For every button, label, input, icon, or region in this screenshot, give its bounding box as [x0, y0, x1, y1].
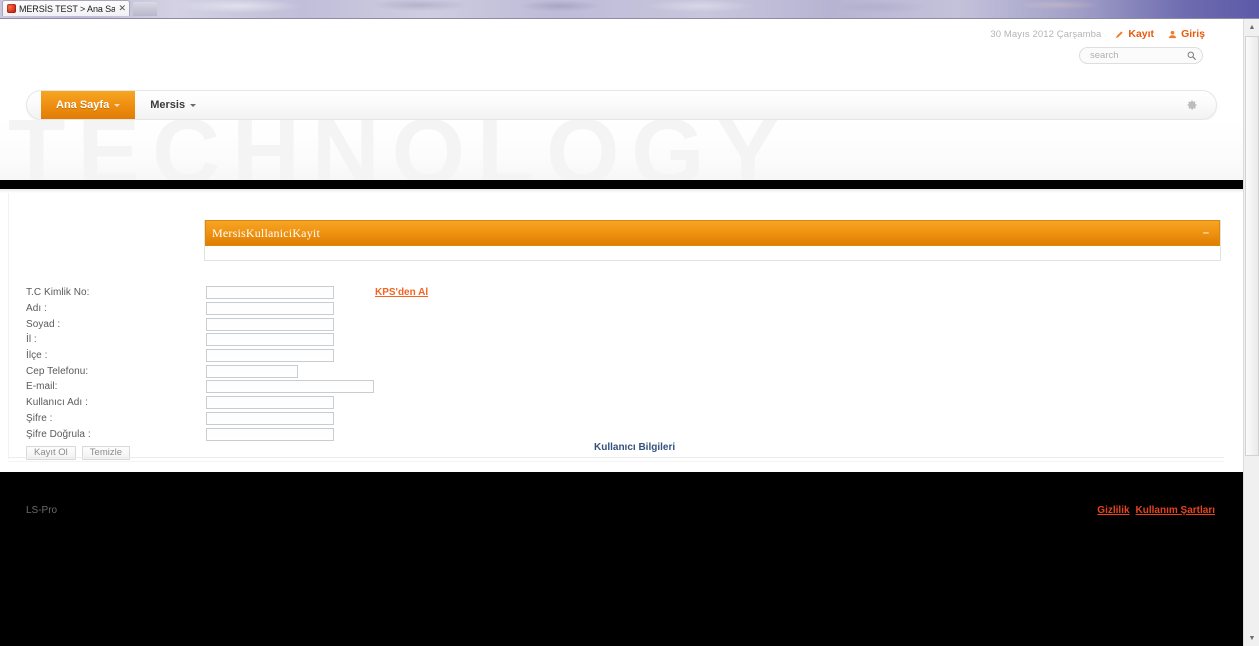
- hero-banner: TECHNOLOGY: [0, 120, 1243, 180]
- minimize-icon[interactable]: –: [1203, 227, 1209, 239]
- form-row-soyad: Soyad :: [26, 316, 428, 332]
- form-row-tc-kimlik-no: T.C Kimlik No: KPS'den Al: [26, 285, 428, 301]
- input-email[interactable]: [206, 380, 374, 394]
- footer-brand: LS-Pro: [26, 505, 58, 516]
- label-kullanici-adi: Kullanıcı Adı :: [26, 397, 88, 409]
- scroll-down-icon[interactable]: ▼: [1244, 630, 1259, 646]
- nav-item-mersis-label: Mersis: [150, 99, 186, 111]
- input-sifre-dogrula[interactable]: [206, 427, 334, 441]
- close-icon[interactable]: ✕: [118, 4, 126, 13]
- label-email: E-mail:: [26, 381, 58, 393]
- nav-item-mersis[interactable]: Mersis: [135, 91, 211, 119]
- label-ilce: İlçe :: [26, 350, 48, 362]
- content-bottom-rule: [8, 457, 1224, 458]
- chevron-down-icon: [114, 103, 121, 107]
- browser-chrome: MERSİS TEST > Ana Sayfa >... ✕: [0, 0, 1259, 18]
- browser-tab-title: MERSİS TEST > Ana Sayfa >...: [19, 3, 116, 14]
- label-adi: Adı :: [26, 303, 47, 315]
- label-soyad: Soyad :: [26, 318, 61, 330]
- current-date: 30 Mayıs 2012 Çarşamba: [990, 28, 1102, 40]
- panel-body: [205, 246, 1220, 260]
- search-icon[interactable]: [1187, 51, 1196, 60]
- privacy-link[interactable]: Gizlilik: [1097, 505, 1129, 516]
- panel-title: MersisKullaniciKayit: [212, 225, 320, 240]
- input-ilce[interactable]: [206, 349, 334, 363]
- login-link[interactable]: Giriş: [1168, 28, 1205, 40]
- pencil-icon: [1116, 30, 1124, 38]
- nav-item-ana-sayfa[interactable]: Ana Sayfa: [41, 91, 136, 119]
- content-bottom-rule-secondary: [8, 461, 1224, 462]
- section-divider: [0, 180, 1243, 189]
- chrome-background: [0, 0, 1259, 18]
- content-area: MersisKullaniciKayit – Kullanıcı Bilgile…: [0, 193, 1243, 472]
- new-tab-button[interactable]: [133, 2, 157, 16]
- label-tc-kimlik-no: T.C Kimlik No:: [26, 287, 90, 299]
- form-row-adi: Adı :: [26, 301, 428, 317]
- browser-viewport: 30 Mayıs 2012 Çarşamba Kayıt Giriş searc…: [0, 18, 1259, 646]
- search-input[interactable]: [1090, 48, 1185, 63]
- form-row-ilce: İlçe :: [26, 348, 428, 364]
- site-favicon-icon: [7, 4, 16, 13]
- footer-inner: LS-Pro Gizlilik Kullanım Şartları: [0, 472, 1243, 646]
- search-box[interactable]: [1079, 47, 1203, 64]
- hero-watermark-text: TECHNOLOGY: [8, 120, 792, 180]
- form-row-email: E-mail:: [26, 379, 428, 395]
- form-row-sifre: Şifre :: [26, 411, 428, 427]
- label-sifre-dogrula: Şifre Doğrula :: [26, 428, 91, 440]
- browser-tab[interactable]: MERSİS TEST > Ana Sayfa >... ✕: [2, 0, 130, 16]
- footer-bottom-strip: [0, 632, 1243, 646]
- label-cep-telefonu: Cep Telefonu:: [26, 365, 89, 377]
- vertical-scrollbar[interactable]: ▲ ▼: [1243, 19, 1259, 646]
- footer-links: Gizlilik Kullanım Şartları: [1097, 505, 1215, 516]
- gear-icon[interactable]: [1186, 99, 1198, 111]
- registration-form: T.C Kimlik No: KPS'den Al Adı : Soyad : …: [26, 285, 428, 460]
- page-footer: LS-Pro Gizlilik Kullanım Şartları: [0, 472, 1243, 646]
- input-adi[interactable]: [206, 302, 334, 316]
- label-il: İl :: [26, 334, 37, 346]
- register-label: Kayıt: [1128, 28, 1155, 40]
- register-link[interactable]: Kayıt: [1115, 28, 1154, 40]
- input-tc-kimlik-no[interactable]: [206, 286, 334, 300]
- input-soyad[interactable]: [206, 317, 334, 331]
- main-navigation: Ana Sayfa Mersis: [26, 90, 1217, 120]
- login-label: Giriş: [1181, 28, 1205, 40]
- input-il[interactable]: [206, 333, 334, 347]
- content-left-rule: [8, 193, 9, 459]
- utility-bar: 30 Mayıs 2012 Çarşamba Kayıt Giriş: [0, 19, 1243, 71]
- user-icon: [1168, 30, 1177, 38]
- input-cep-telefonu[interactable]: [206, 364, 298, 378]
- form-row-kullanici-adi: Kullanıcı Adı :: [26, 395, 428, 411]
- form-section-heading: Kullanıcı Bilgileri: [594, 442, 676, 453]
- terms-link[interactable]: Kullanım Şartları: [1136, 505, 1215, 516]
- input-kullanici-adi[interactable]: [206, 396, 334, 410]
- scrollbar-thumb[interactable]: [1245, 36, 1259, 456]
- form-row-cep-telefonu: Cep Telefonu:: [26, 363, 428, 379]
- nav-item-ana-sayfa-label: Ana Sayfa: [56, 99, 110, 111]
- mersis-kayit-panel: MersisKullaniciKayit –: [204, 220, 1221, 261]
- label-sifre: Şifre :: [26, 412, 53, 424]
- scroll-up-icon[interactable]: ▲: [1244, 19, 1259, 35]
- form-row-il: İl :: [26, 332, 428, 348]
- utility-links: 30 Mayıs 2012 Çarşamba Kayıt Giriş: [990, 28, 1205, 40]
- input-sifre[interactable]: [206, 411, 334, 425]
- form-row-sifre-dogrula: Şifre Doğrula :: [26, 426, 428, 442]
- panel-header: MersisKullaniciKayit –: [205, 220, 1220, 246]
- kps-den-al-link[interactable]: KPS'den Al: [375, 287, 428, 298]
- chevron-down-icon: [190, 103, 197, 107]
- page-content: 30 Mayıs 2012 Çarşamba Kayıt Giriş searc…: [0, 19, 1243, 646]
